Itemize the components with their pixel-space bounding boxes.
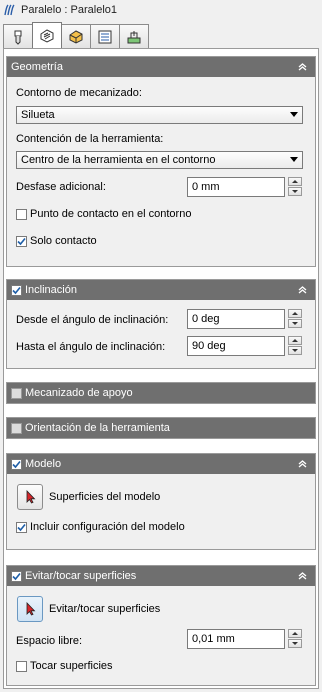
section-checkbox[interactable] — [11, 284, 22, 296]
collapse-icon[interactable] — [296, 60, 309, 73]
spin-down-icon[interactable] — [288, 319, 302, 328]
superficies-modelo-label: Superficies del modelo — [49, 491, 161, 503]
spin-up-icon[interactable] — [288, 309, 302, 318]
section-checkbox[interactable] — [11, 570, 22, 582]
section-title: Modelo — [25, 458, 62, 470]
section-header-inclinacion[interactable]: Inclinación — [7, 280, 315, 300]
espacio-libre-value: 0,01 mm — [192, 633, 235, 645]
desde-label: Desde el ángulo de inclinación: — [16, 314, 169, 326]
checkmark-icon — [17, 237, 26, 245]
checkbox-box — [16, 208, 27, 220]
chevron-down-icon — [290, 157, 298, 162]
section-header-geometria[interactable]: Geometría — [7, 57, 315, 77]
desde-spinner[interactable] — [288, 309, 302, 329]
desfase-field[interactable]: 0 mm — [187, 177, 285, 197]
linking-icon — [98, 30, 112, 43]
checkbox-box — [16, 521, 27, 533]
tocar-superficies-label: Tocar superficies — [30, 660, 113, 672]
hasta-field[interactable]: 90 deg — [187, 336, 285, 356]
section-header-mecanizado-apoyo[interactable]: Mecanizado de apoyo — [7, 383, 315, 403]
window-title: Paralelo : Paralelo1 — [21, 4, 118, 16]
punto-contacto-label: Punto de contacto en el contorno — [30, 208, 192, 220]
tocar-superficies-checkbox[interactable]: Tocar superficies — [16, 660, 113, 672]
spin-up-icon[interactable] — [288, 177, 302, 186]
section-title: Evitar/tocar superficies — [25, 570, 137, 582]
section-title: Geometría — [11, 61, 63, 73]
collapse-icon[interactable] — [296, 569, 309, 582]
solo-contacto-checkbox[interactable]: Solo contacto — [16, 235, 97, 247]
desde-value: 0 deg — [192, 313, 220, 325]
desfase-value: 0 mm — [192, 181, 220, 193]
chevron-down-icon — [290, 112, 298, 117]
cursor-select-icon — [26, 490, 36, 504]
espacio-libre-label: Espacio libre: — [16, 635, 83, 647]
tab-strip — [3, 22, 149, 48]
contencion-value: Centro de la herramienta en el contorno — [21, 154, 216, 166]
title-bar: Paralelo : Paralelo1 — [0, 0, 322, 20]
section-mecanizado-apoyo: Mecanizado de apoyo — [6, 382, 316, 404]
cursor-select-icon — [26, 602, 36, 616]
section-title: Inclinación — [25, 284, 77, 296]
contencion-label: Contención de la herramienta: — [16, 133, 164, 145]
checkmark-icon — [12, 572, 21, 580]
geometry-icon — [40, 28, 54, 43]
section-orientacion: Orientación de la herramienta — [6, 417, 316, 439]
tab-tool[interactable] — [3, 24, 33, 48]
evitar-tocar-button[interactable] — [17, 596, 43, 622]
hasta-label: Hasta el ángulo de inclinación: — [16, 341, 166, 353]
section-header-evitar-tocar[interactable]: Evitar/tocar superficies — [7, 566, 315, 586]
section-checkbox[interactable] — [11, 387, 22, 399]
checkmark-icon — [17, 523, 26, 531]
spin-down-icon[interactable] — [288, 639, 302, 648]
spin-up-icon[interactable] — [288, 629, 302, 638]
desde-field[interactable]: 0 deg — [187, 309, 285, 329]
spin-down-icon[interactable] — [288, 187, 302, 196]
section-header-orientacion[interactable]: Orientación de la herramienta — [7, 418, 315, 438]
superficies-modelo-button[interactable] — [17, 484, 43, 510]
punto-contacto-checkbox[interactable]: Punto de contacto en el contorno — [16, 208, 191, 220]
section-checkbox[interactable] — [11, 422, 22, 434]
espacio-libre-field[interactable]: 0,01 mm — [187, 629, 285, 649]
tab-linking[interactable] — [90, 24, 120, 48]
checkmark-icon — [12, 286, 21, 294]
desfase-spinner[interactable] — [288, 177, 302, 197]
contencion-dropdown[interactable]: Centro de la herramienta en el contorno — [16, 151, 303, 169]
hasta-value: 90 deg — [192, 340, 226, 352]
contorno-value: Silueta — [21, 109, 55, 121]
section-title: Orientación de la herramienta — [25, 422, 170, 434]
solo-contacto-label: Solo contacto — [30, 235, 97, 247]
checkbox-box — [16, 235, 27, 247]
collapse-icon[interactable] — [296, 283, 309, 296]
section-title: Mecanizado de apoyo — [25, 387, 133, 399]
spin-down-icon[interactable] — [288, 346, 302, 355]
checkmark-icon — [12, 460, 21, 468]
section-checkbox[interactable] — [11, 458, 22, 470]
collapse-icon[interactable] — [296, 457, 309, 470]
tab-geometry[interactable] — [32, 22, 62, 48]
tab-passes[interactable] — [61, 24, 91, 48]
espacio-libre-spinner[interactable] — [288, 629, 302, 649]
incluir-configuracion-label: Incluir configuración del modelo — [30, 521, 185, 533]
evitar-tocar-label: Evitar/tocar superficies — [49, 603, 161, 615]
hasta-spinner[interactable] — [288, 336, 302, 356]
contorno-dropdown[interactable]: Silueta — [16, 106, 303, 124]
contorno-label: Contorno de mecanizado: — [16, 87, 142, 99]
desfase-label: Desfase adicional: — [16, 181, 106, 193]
tab-entry-exit[interactable] — [119, 24, 149, 48]
checkbox-box — [16, 660, 27, 672]
incluir-configuracion-checkbox[interactable]: Incluir configuración del modelo — [16, 521, 185, 533]
parallel-operation-icon — [3, 3, 17, 17]
spin-up-icon[interactable] — [288, 336, 302, 345]
section-header-modelo[interactable]: Modelo — [7, 454, 315, 474]
passes-icon — [69, 29, 83, 44]
entry-exit-icon — [127, 30, 141, 43]
tool-icon — [14, 30, 22, 45]
